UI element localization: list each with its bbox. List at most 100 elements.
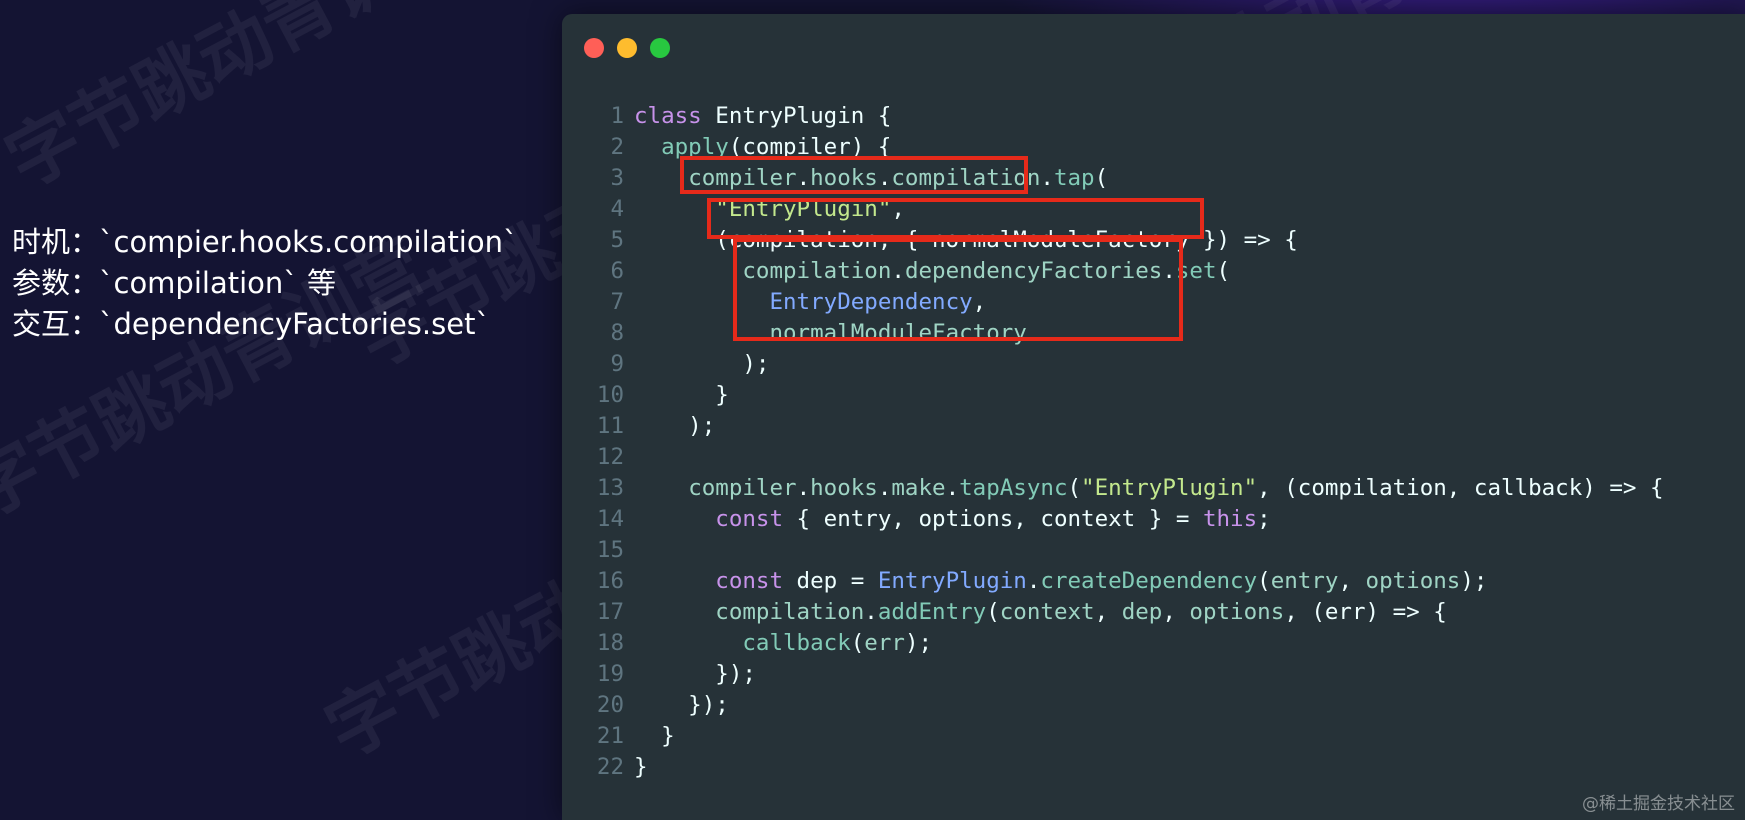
watermark: 字节跳动青训营 bbox=[0, 0, 478, 204]
code-token: ); bbox=[634, 413, 716, 439]
code-token: EntryPlugin bbox=[877, 568, 1027, 594]
code-line: 13 compiler.hooks.make.tapAsync("EntryPl… bbox=[562, 473, 1664, 504]
line-number: 8 bbox=[610, 320, 624, 346]
line-number: 21 bbox=[596, 723, 624, 749]
code-token: callback bbox=[742, 630, 851, 656]
line-number: 19 bbox=[596, 661, 624, 687]
code-token: . bbox=[877, 475, 892, 501]
code-text: }); bbox=[634, 690, 729, 721]
line-number: 2 bbox=[610, 134, 624, 160]
code-token: ( bbox=[1216, 258, 1231, 284]
code-line: 12 bbox=[562, 442, 1664, 473]
code-line: 19 }); bbox=[562, 659, 1664, 690]
code-token: make bbox=[891, 475, 946, 501]
code-text: const dep = EntryPlugin.createDependency… bbox=[634, 566, 1487, 597]
code-token: hooks bbox=[810, 475, 878, 501]
code-token: } bbox=[634, 723, 675, 749]
code-text: }); bbox=[634, 659, 756, 690]
close-dot[interactable] bbox=[584, 38, 604, 58]
code-token: EntryPlugin { bbox=[701, 103, 892, 129]
code-token: } bbox=[634, 382, 729, 408]
code-text: ); bbox=[634, 349, 769, 380]
code-token: , bbox=[1162, 599, 1190, 625]
line-number: 15 bbox=[596, 537, 624, 563]
line-number: 10 bbox=[596, 382, 624, 408]
code-token: } bbox=[634, 754, 648, 780]
code-line: 1 class EntryPlugin { bbox=[562, 101, 1664, 132]
code-token: createDependency bbox=[1040, 568, 1258, 594]
line-number: 17 bbox=[596, 599, 624, 625]
code-line: 20 }); bbox=[562, 690, 1664, 721]
line-number: 1 bbox=[610, 103, 624, 129]
code-text: } bbox=[634, 721, 675, 752]
code-token: options bbox=[1189, 599, 1285, 625]
code-token: . bbox=[796, 475, 811, 501]
line-number: 22 bbox=[596, 754, 624, 780]
line-number: 16 bbox=[596, 568, 624, 594]
code-text: compilation.addEntry(context, dep, optio… bbox=[634, 597, 1447, 628]
note-interaction: 交互：`dependencyFactories.set` bbox=[12, 307, 490, 341]
line-number: 12 bbox=[596, 444, 624, 470]
highlight-box-hook bbox=[680, 156, 1028, 194]
note-params: 参数：`compilation` 等 bbox=[12, 266, 336, 300]
code-line: 10 } bbox=[562, 380, 1664, 411]
code-line: 18 callback(err); bbox=[562, 628, 1664, 659]
code-text: } bbox=[634, 380, 729, 411]
code-token: ); bbox=[1460, 568, 1488, 594]
code-token: compiler bbox=[688, 475, 797, 501]
code-text: class EntryPlugin { bbox=[634, 101, 891, 132]
line-number: 13 bbox=[596, 475, 624, 501]
code-line: 21 } bbox=[562, 721, 1664, 752]
line-number: 9 bbox=[610, 351, 624, 377]
code-token: class bbox=[634, 103, 702, 129]
code-token: }); bbox=[634, 661, 756, 687]
window-controls bbox=[584, 38, 670, 58]
code-token: tapAsync bbox=[959, 475, 1068, 501]
line-number: 11 bbox=[596, 413, 624, 439]
code-token: compilation bbox=[715, 599, 865, 625]
code-line: 14 const { entry, options, context } = t… bbox=[562, 504, 1664, 535]
code-token: this bbox=[1202, 506, 1258, 532]
code-token: dep = bbox=[783, 568, 878, 594]
slide-notes: 时机：`compier.hooks.compilation` 参数：`compi… bbox=[12, 222, 518, 345]
code-token: , (compilation, callback) => { bbox=[1257, 475, 1664, 501]
code-token: options bbox=[1365, 568, 1461, 594]
line-number: 3 bbox=[610, 165, 624, 191]
code-token: ( bbox=[1094, 165, 1109, 191]
code-token: const bbox=[715, 506, 784, 532]
code-token: tap bbox=[1053, 165, 1095, 191]
code-token: addEntry bbox=[877, 599, 987, 625]
maximize-dot[interactable] bbox=[650, 38, 670, 58]
code-text: compiler.hooks.make.tapAsync("EntryPlugi… bbox=[634, 473, 1664, 504]
minimize-dot[interactable] bbox=[617, 38, 637, 58]
code-token: err bbox=[864, 630, 905, 656]
code-token: ( bbox=[1067, 475, 1082, 501]
code-token: }); bbox=[634, 692, 729, 718]
code-token: ; bbox=[1257, 506, 1271, 532]
code-token: entry bbox=[1270, 568, 1339, 594]
note-timing: 时机：`compier.hooks.compilation` bbox=[12, 225, 518, 259]
code-line: 15 bbox=[562, 535, 1664, 566]
line-number: 7 bbox=[610, 289, 624, 315]
code-token: . bbox=[864, 599, 878, 625]
code-token: . bbox=[945, 475, 960, 501]
code-token: , bbox=[1338, 568, 1366, 594]
code-token: ( bbox=[1257, 568, 1271, 594]
line-number: 4 bbox=[610, 196, 624, 222]
line-number: 14 bbox=[596, 506, 624, 532]
code-line: 11 ); bbox=[562, 411, 1664, 442]
code-token: dep bbox=[1121, 599, 1163, 625]
code-editor-window: 1 class EntryPlugin {2 apply(compiler) {3… bbox=[562, 14, 1745, 820]
code-line: 16 const dep = EntryPlugin.createDepende… bbox=[562, 566, 1664, 597]
line-number: 20 bbox=[596, 692, 624, 718]
line-number: 18 bbox=[596, 630, 624, 656]
code-token: { entry, options, context } = bbox=[783, 506, 1203, 532]
